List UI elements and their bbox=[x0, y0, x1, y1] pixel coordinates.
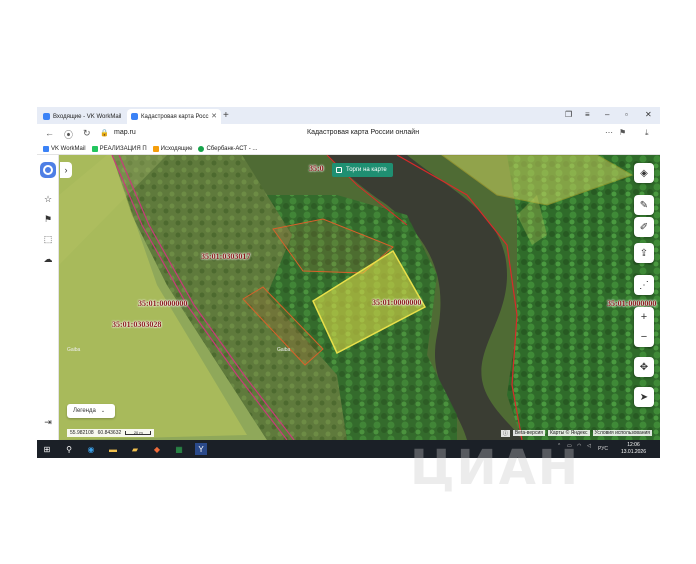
collections-icon[interactable]: ❐ bbox=[565, 110, 572, 119]
scale-label: 20 m bbox=[133, 430, 143, 435]
excel-icon[interactable]: ▦ bbox=[173, 443, 185, 455]
map-faint-label: Gaiba bbox=[277, 347, 291, 353]
bookmark-label: VK WorkMail bbox=[51, 145, 86, 152]
tab-label: Входящие - VK WorkMail bbox=[53, 113, 122, 120]
parcel-label[interactable]: 35:01:0000000 bbox=[138, 299, 187, 308]
scale-bar: 20 m bbox=[125, 430, 152, 435]
star-icon[interactable]: ☆ bbox=[41, 192, 55, 206]
browser-window: Входящие - VK WorkMail Кадастровая карта… bbox=[37, 107, 660, 458]
info-icon[interactable]: ⓘ bbox=[500, 429, 510, 437]
explorer-icon[interactable]: ▬ bbox=[107, 443, 119, 455]
flag-icon[interactable]: ⚑ bbox=[41, 212, 55, 226]
menu-icon[interactable]: ≡ bbox=[585, 110, 590, 119]
parcel-label[interactable]: 35:0 bbox=[309, 164, 324, 173]
volume-icon[interactable]: ◁ bbox=[587, 443, 591, 449]
login-icon[interactable]: ⇥ bbox=[41, 415, 55, 429]
edge-icon[interactable]: ◉ bbox=[85, 443, 97, 455]
close-tab-icon[interactable]: ✕ bbox=[211, 112, 217, 120]
tab-vk-workmail[interactable]: Входящие - VK WorkMail bbox=[39, 109, 127, 124]
share-icon[interactable]: ⋰ bbox=[634, 275, 654, 295]
longitude: 60.843632 bbox=[97, 430, 122, 436]
copyright-link[interactable]: Карты © Яндекс bbox=[547, 430, 590, 436]
coordinates-readout: 55.982108 60.843632 20 m bbox=[67, 429, 155, 437]
restore-icon[interactable]: ▫ bbox=[625, 110, 628, 119]
app-icon[interactable]: ◆ bbox=[151, 443, 163, 455]
map-view[interactable]: Gaiba Gaiba 35:0 35:01:0303017 35:01:000… bbox=[37, 155, 660, 440]
sber-icon bbox=[198, 145, 205, 152]
zoom-out-button[interactable]: − bbox=[634, 327, 654, 347]
language-indicator[interactable]: РУС bbox=[598, 446, 608, 452]
torgi-label: Торги на карте bbox=[346, 167, 387, 173]
bookmarks-bar: VK WorkMail РЕАЛИЗАЦИЯ П Исходящие Сберб… bbox=[37, 143, 660, 155]
close-window-icon[interactable]: ✕ bbox=[645, 110, 652, 119]
clock[interactable]: 12:06 13.01.2026 bbox=[621, 442, 646, 456]
auctions-on-map-toggle[interactable]: Торги на карте bbox=[332, 163, 393, 177]
zoom-control: + − bbox=[634, 307, 654, 347]
new-tab-button[interactable]: + bbox=[223, 109, 229, 122]
bookmark-label: Сбербанк-АСТ - ... bbox=[206, 145, 258, 152]
left-sidebar: ☆ ⚑ ⬚ ☁ ⇥ bbox=[37, 155, 59, 440]
legend-label: Легенда bbox=[73, 408, 96, 414]
tab-bar: Входящие - VK WorkMail Кадастровая карта… bbox=[37, 107, 660, 124]
mail-icon bbox=[43, 113, 50, 120]
cian-watermark: ЦИАН bbox=[410, 440, 581, 496]
zoom-in-button[interactable]: + bbox=[634, 307, 654, 327]
cloud-icon[interactable]: ☁ bbox=[41, 252, 55, 266]
layers-icon[interactable]: ◈ bbox=[634, 163, 654, 183]
tab-label: Кадастровая карта Росс bbox=[141, 113, 209, 120]
checkbox-icon bbox=[336, 167, 342, 173]
parcel-label[interactable]: 35:01:0303017 bbox=[201, 252, 250, 261]
shield-icon[interactable]: ⦿ bbox=[64, 128, 73, 141]
logo-icon[interactable] bbox=[40, 162, 56, 178]
back-icon[interactable]: ← bbox=[45, 128, 54, 138]
beta-label: Beta-версия bbox=[512, 430, 545, 436]
map-icon bbox=[131, 113, 138, 120]
parcel-label[interactable]: 35:01:0000000 bbox=[372, 298, 421, 307]
parcel-label[interactable]: 35:01:0303028 bbox=[112, 320, 161, 329]
folder-icon bbox=[152, 145, 159, 152]
chevron-down-icon: ⌄ bbox=[100, 408, 106, 414]
map-faint-label: Gaiba bbox=[67, 347, 81, 353]
terms-link[interactable]: Условия использования bbox=[592, 430, 652, 436]
download-icon[interactable]: ⤓ bbox=[645, 128, 649, 138]
bookmark-icon[interactable]: ⚑ bbox=[619, 128, 626, 137]
bookmark-realizatsiya[interactable]: РЕАЛИЗАЦИЯ П bbox=[91, 145, 147, 152]
bookmark-ishodyashchie[interactable]: Исходящие bbox=[152, 145, 193, 152]
search-icon[interactable]: ⚲ bbox=[63, 443, 75, 455]
cloud-upload-icon[interactable]: ⇪ bbox=[634, 243, 654, 263]
page-title: Кадастровая карта России онлайн bbox=[307, 129, 420, 136]
satellite-imagery: Gaiba Gaiba bbox=[37, 155, 660, 440]
move-icon[interactable]: ✥ bbox=[634, 357, 654, 377]
bookmark-sberbank-ast[interactable]: Сбербанк-АСТ - ... bbox=[198, 145, 258, 152]
pencil-icon[interactable]: ✎ bbox=[634, 195, 654, 215]
lock-icon: 🔒 bbox=[100, 130, 109, 137]
locate-icon[interactable]: ➤ bbox=[634, 387, 654, 407]
url-field[interactable]: map.ru bbox=[114, 129, 136, 136]
reload-icon[interactable]: ↻ bbox=[83, 128, 91, 139]
latitude: 55.982108 bbox=[70, 430, 94, 436]
document-icon bbox=[91, 145, 98, 152]
attribution: ⓘ Beta-версия Карты © Яндекс Условия исп… bbox=[500, 429, 652, 437]
time: 12:06 bbox=[627, 442, 640, 448]
minimize-icon[interactable]: – bbox=[605, 110, 609, 119]
select-area-icon[interactable]: ⬚ bbox=[41, 232, 55, 246]
bookmark-label: РЕАЛИЗАЦИЯ П bbox=[99, 145, 147, 152]
date: 13.01.2026 bbox=[620, 449, 646, 455]
yandex-browser-icon[interactable]: Y bbox=[195, 443, 207, 455]
bookmark-label: Исходящие bbox=[160, 145, 193, 152]
edit-icon[interactable]: ✐ bbox=[634, 217, 654, 237]
mail-icon bbox=[43, 145, 49, 152]
legend-button[interactable]: Легенда ⌄ bbox=[67, 404, 115, 418]
windows-start-icon[interactable]: ⊞ bbox=[41, 443, 53, 455]
folder-icon[interactable]: ▰ bbox=[129, 443, 141, 455]
bookmark-vk-workmail[interactable]: VK WorkMail bbox=[43, 145, 86, 152]
tab-cadastral-map[interactable]: Кадастровая карта Росс ✕ bbox=[127, 109, 221, 124]
more-icon[interactable]: ⋯ bbox=[605, 128, 613, 137]
address-bar: ← ⦿ ↻ 🔒 map.ru Кадастровая карта России … bbox=[37, 124, 660, 143]
expand-panel-button[interactable]: › bbox=[60, 162, 72, 178]
